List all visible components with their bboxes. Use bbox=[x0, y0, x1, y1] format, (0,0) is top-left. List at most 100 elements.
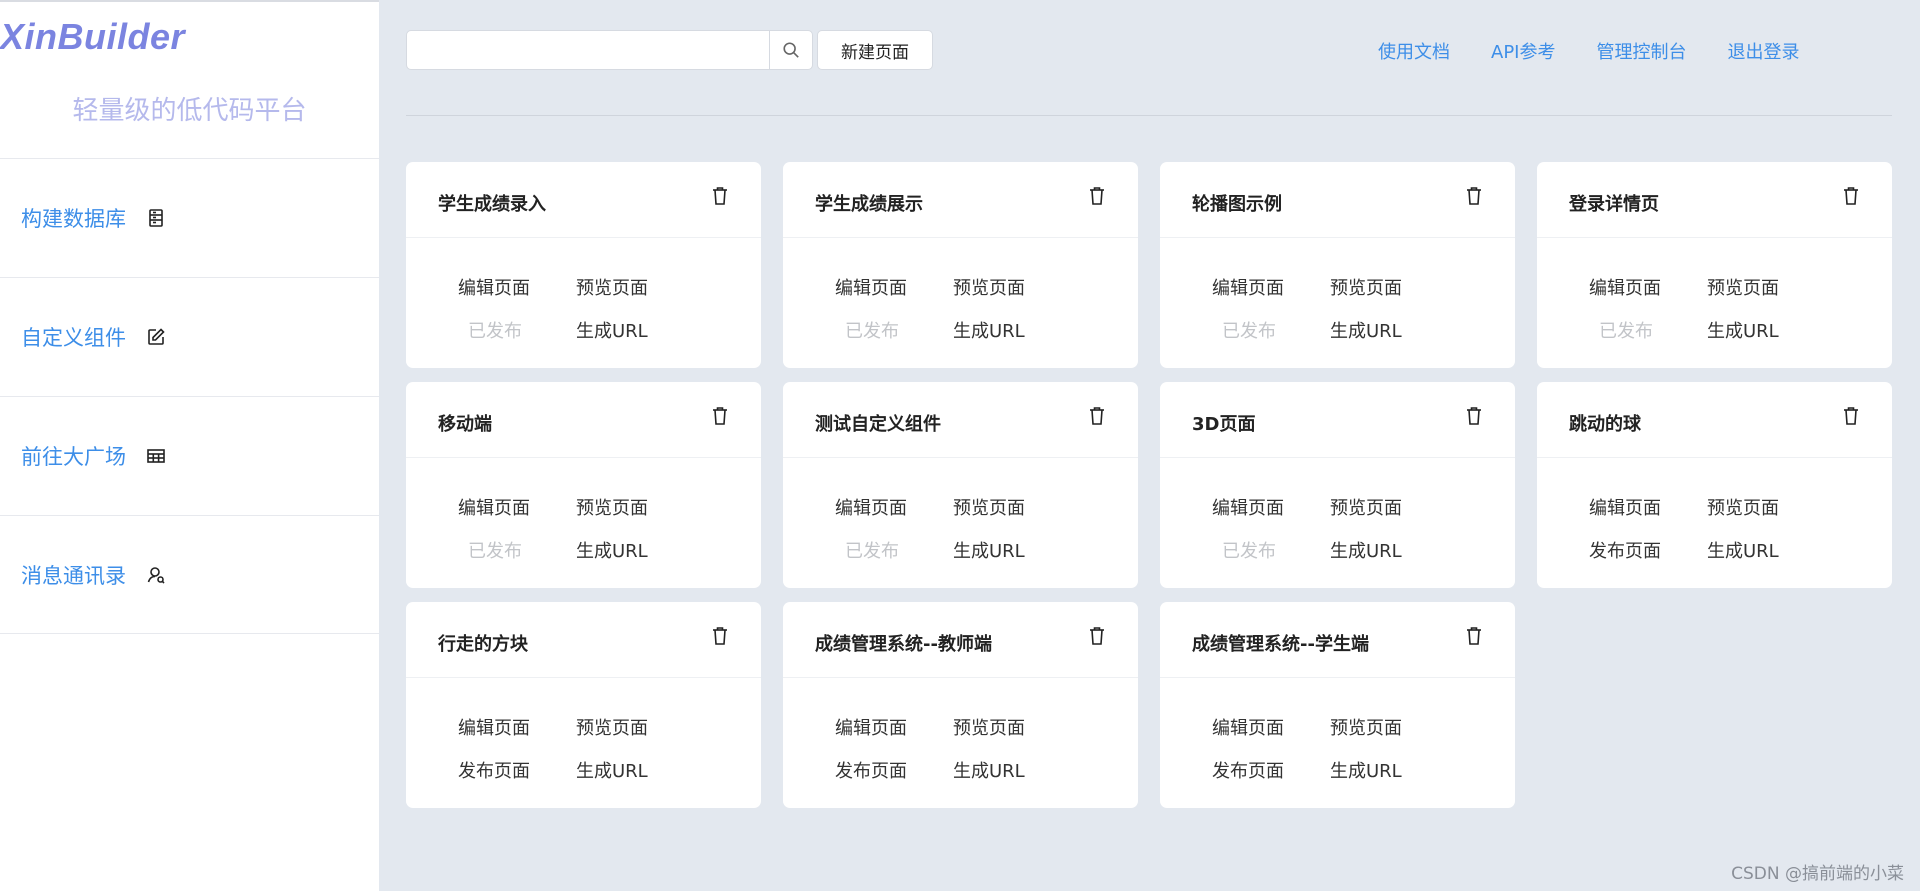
card-actions: 编辑页面 预览页面 已发布 生成URL bbox=[1212, 497, 1432, 564]
card-header: 移动端 bbox=[406, 382, 761, 458]
trash-icon[interactable] bbox=[1465, 186, 1483, 206]
published-status: 已发布 bbox=[845, 541, 899, 562]
generate-url-button[interactable]: 生成URL bbox=[953, 760, 1071, 784]
docs-link[interactable]: 使用文档 bbox=[1378, 38, 1450, 64]
generate-url-button[interactable]: 生成URL bbox=[1330, 540, 1448, 564]
publish-page-button[interactable]: 发布页面 bbox=[1212, 760, 1330, 784]
trash-icon[interactable] bbox=[1465, 626, 1483, 646]
published-status: 已发布 bbox=[1222, 321, 1276, 342]
card-title: 跳动的球 bbox=[1569, 414, 1641, 435]
generate-url-button[interactable]: 生成URL bbox=[576, 760, 694, 784]
page-card: 学生成绩录入编辑页面 预览页面已发布 生成URL bbox=[406, 162, 761, 368]
preview-page-button[interactable]: 预览页面 bbox=[953, 277, 1071, 301]
sidebar-item-label: 自定义组件 bbox=[21, 326, 126, 350]
published-status: 已发布 bbox=[468, 321, 522, 342]
card-actions: 编辑页面 预览页面 已发布 生成URL bbox=[1589, 277, 1809, 344]
card-actions: 编辑页面 预览页面 发布页面 生成URL bbox=[1212, 717, 1432, 784]
card-title: 成绩管理系统--学生端 bbox=[1192, 634, 1369, 655]
preview-page-button[interactable]: 预览页面 bbox=[1707, 277, 1825, 301]
card-title: 轮播图示例 bbox=[1192, 194, 1282, 215]
sidebar-item-database[interactable]: 构建数据库 bbox=[0, 158, 379, 277]
sidebar-item-plaza[interactable]: 前往大广场 bbox=[0, 396, 379, 515]
preview-page-button[interactable]: 预览页面 bbox=[576, 717, 694, 741]
generate-url-button[interactable]: 生成URL bbox=[953, 320, 1071, 344]
api-reference-link[interactable]: API参考 bbox=[1491, 38, 1555, 64]
generate-url-button[interactable]: 生成URL bbox=[576, 320, 694, 344]
trash-icon[interactable] bbox=[711, 186, 729, 206]
card-header: 学生成绩展示 bbox=[783, 162, 1138, 238]
card-header: 跳动的球 bbox=[1537, 382, 1892, 458]
edit-page-button[interactable]: 编辑页面 bbox=[458, 497, 576, 521]
card-title: 3D页面 bbox=[1192, 414, 1256, 435]
trash-icon[interactable] bbox=[1088, 626, 1106, 646]
published-status: 已发布 bbox=[845, 321, 899, 342]
publish-page-button[interactable]: 发布页面 bbox=[458, 760, 576, 784]
page-card: 成绩管理系统--学生端编辑页面 预览页面 发布页面 生成URL bbox=[1160, 602, 1515, 808]
card-actions: 编辑页面 预览页面 发布页面 生成URL bbox=[458, 717, 678, 784]
edit-page-button[interactable]: 编辑页面 bbox=[835, 717, 953, 741]
card-title: 移动端 bbox=[438, 414, 492, 435]
grid-icon bbox=[146, 446, 166, 466]
edit-page-button[interactable]: 编辑页面 bbox=[1589, 277, 1707, 301]
trash-icon[interactable] bbox=[711, 626, 729, 646]
published-status: 已发布 bbox=[1599, 321, 1653, 342]
edit-page-button[interactable]: 编辑页面 bbox=[1212, 497, 1330, 521]
new-page-button[interactable]: 新建页面 bbox=[817, 30, 933, 70]
trash-icon[interactable] bbox=[1842, 186, 1860, 206]
card-actions: 编辑页面 预览页面 已发布 生成URL bbox=[458, 497, 678, 564]
trash-icon[interactable] bbox=[1842, 406, 1860, 426]
publish-page-button[interactable]: 发布页面 bbox=[835, 760, 953, 784]
trash-icon[interactable] bbox=[1088, 406, 1106, 426]
preview-page-button[interactable]: 预览页面 bbox=[1707, 497, 1825, 521]
preview-page-button[interactable]: 预览页面 bbox=[1330, 277, 1448, 301]
preview-page-button[interactable]: 预览页面 bbox=[576, 277, 694, 301]
preview-page-button[interactable]: 预览页面 bbox=[953, 497, 1071, 521]
publish-page-button[interactable]: 发布页面 bbox=[1589, 540, 1707, 564]
preview-page-button[interactable]: 预览页面 bbox=[1330, 497, 1448, 521]
watermark: CSDN @搞前端的小菜 bbox=[1731, 864, 1904, 884]
edit-page-button[interactable]: 编辑页面 bbox=[835, 497, 953, 521]
sidebar-item-label: 消息通讯录 bbox=[21, 563, 126, 588]
edit-page-button[interactable]: 编辑页面 bbox=[458, 277, 576, 301]
preview-page-button[interactable]: 预览页面 bbox=[576, 497, 694, 521]
card-actions: 编辑页面 预览页面 发布页面 生成URL bbox=[835, 717, 1055, 784]
search-input[interactable] bbox=[407, 31, 769, 69]
page-card: 测试自定义组件编辑页面 预览页面已发布 生成URL bbox=[783, 382, 1138, 588]
edit-page-button[interactable]: 编辑页面 bbox=[458, 717, 576, 741]
preview-page-button[interactable]: 预览页面 bbox=[1330, 717, 1448, 741]
generate-url-button[interactable]: 生成URL bbox=[953, 540, 1071, 564]
logout-link[interactable]: 退出登录 bbox=[1727, 38, 1799, 64]
preview-page-button[interactable]: 预览页面 bbox=[953, 717, 1071, 741]
generate-url-button[interactable]: 生成URL bbox=[1330, 760, 1448, 784]
trash-icon[interactable] bbox=[711, 406, 729, 426]
edit-page-button[interactable]: 编辑页面 bbox=[835, 277, 953, 301]
trash-icon[interactable] bbox=[1465, 406, 1483, 426]
card-title: 行走的方块 bbox=[438, 634, 528, 655]
search-box bbox=[406, 30, 813, 70]
edit-page-button[interactable]: 编辑页面 bbox=[1589, 497, 1707, 521]
search-button[interactable] bbox=[769, 31, 812, 69]
edit-page-button[interactable]: 编辑页面 bbox=[1212, 717, 1330, 741]
generate-url-button[interactable]: 生成URL bbox=[1707, 540, 1825, 564]
edit-icon bbox=[146, 327, 166, 347]
admin-console-link[interactable]: 管理控制台 bbox=[1596, 38, 1686, 64]
card-header: 成绩管理系统--学生端 bbox=[1160, 602, 1515, 678]
edit-page-button[interactable]: 编辑页面 bbox=[1212, 277, 1330, 301]
generate-url-button[interactable]: 生成URL bbox=[1707, 320, 1825, 344]
page-card: 移动端 编辑页面 预览页面 已发布 生成URL bbox=[406, 382, 761, 588]
sidebar-item-custom-components[interactable]: 自定义组件 bbox=[0, 277, 379, 396]
generate-url-button[interactable]: 生成URL bbox=[576, 540, 694, 564]
sidebar: XinBuilder 轻量级的低代码平台 构建数据库 自定义组件 前往大广场 消… bbox=[0, 0, 379, 891]
sidebar-nav: 构建数据库 自定义组件 前往大广场 消息通讯录 bbox=[0, 158, 379, 634]
contacts-icon bbox=[146, 565, 166, 585]
page-card: 登录详情页 编辑页面 预览页面 已发布 生成URL bbox=[1537, 162, 1892, 368]
published-status: 已发布 bbox=[468, 541, 522, 562]
generate-url-button[interactable]: 生成URL bbox=[1330, 320, 1448, 344]
sidebar-item-contacts[interactable]: 消息通讯录 bbox=[0, 515, 379, 634]
card-title: 学生成绩录入 bbox=[438, 194, 546, 215]
card-title: 测试自定义组件 bbox=[815, 414, 941, 435]
page-card: 成绩管理系统--教师端 编辑页面 预览页面 发布页面 生成URL bbox=[783, 602, 1138, 808]
trash-icon[interactable] bbox=[1088, 186, 1106, 206]
card-header: 3D页面 bbox=[1160, 382, 1515, 458]
card-actions: 编辑页面 预览页面 已发布 生成URL bbox=[835, 277, 1055, 344]
